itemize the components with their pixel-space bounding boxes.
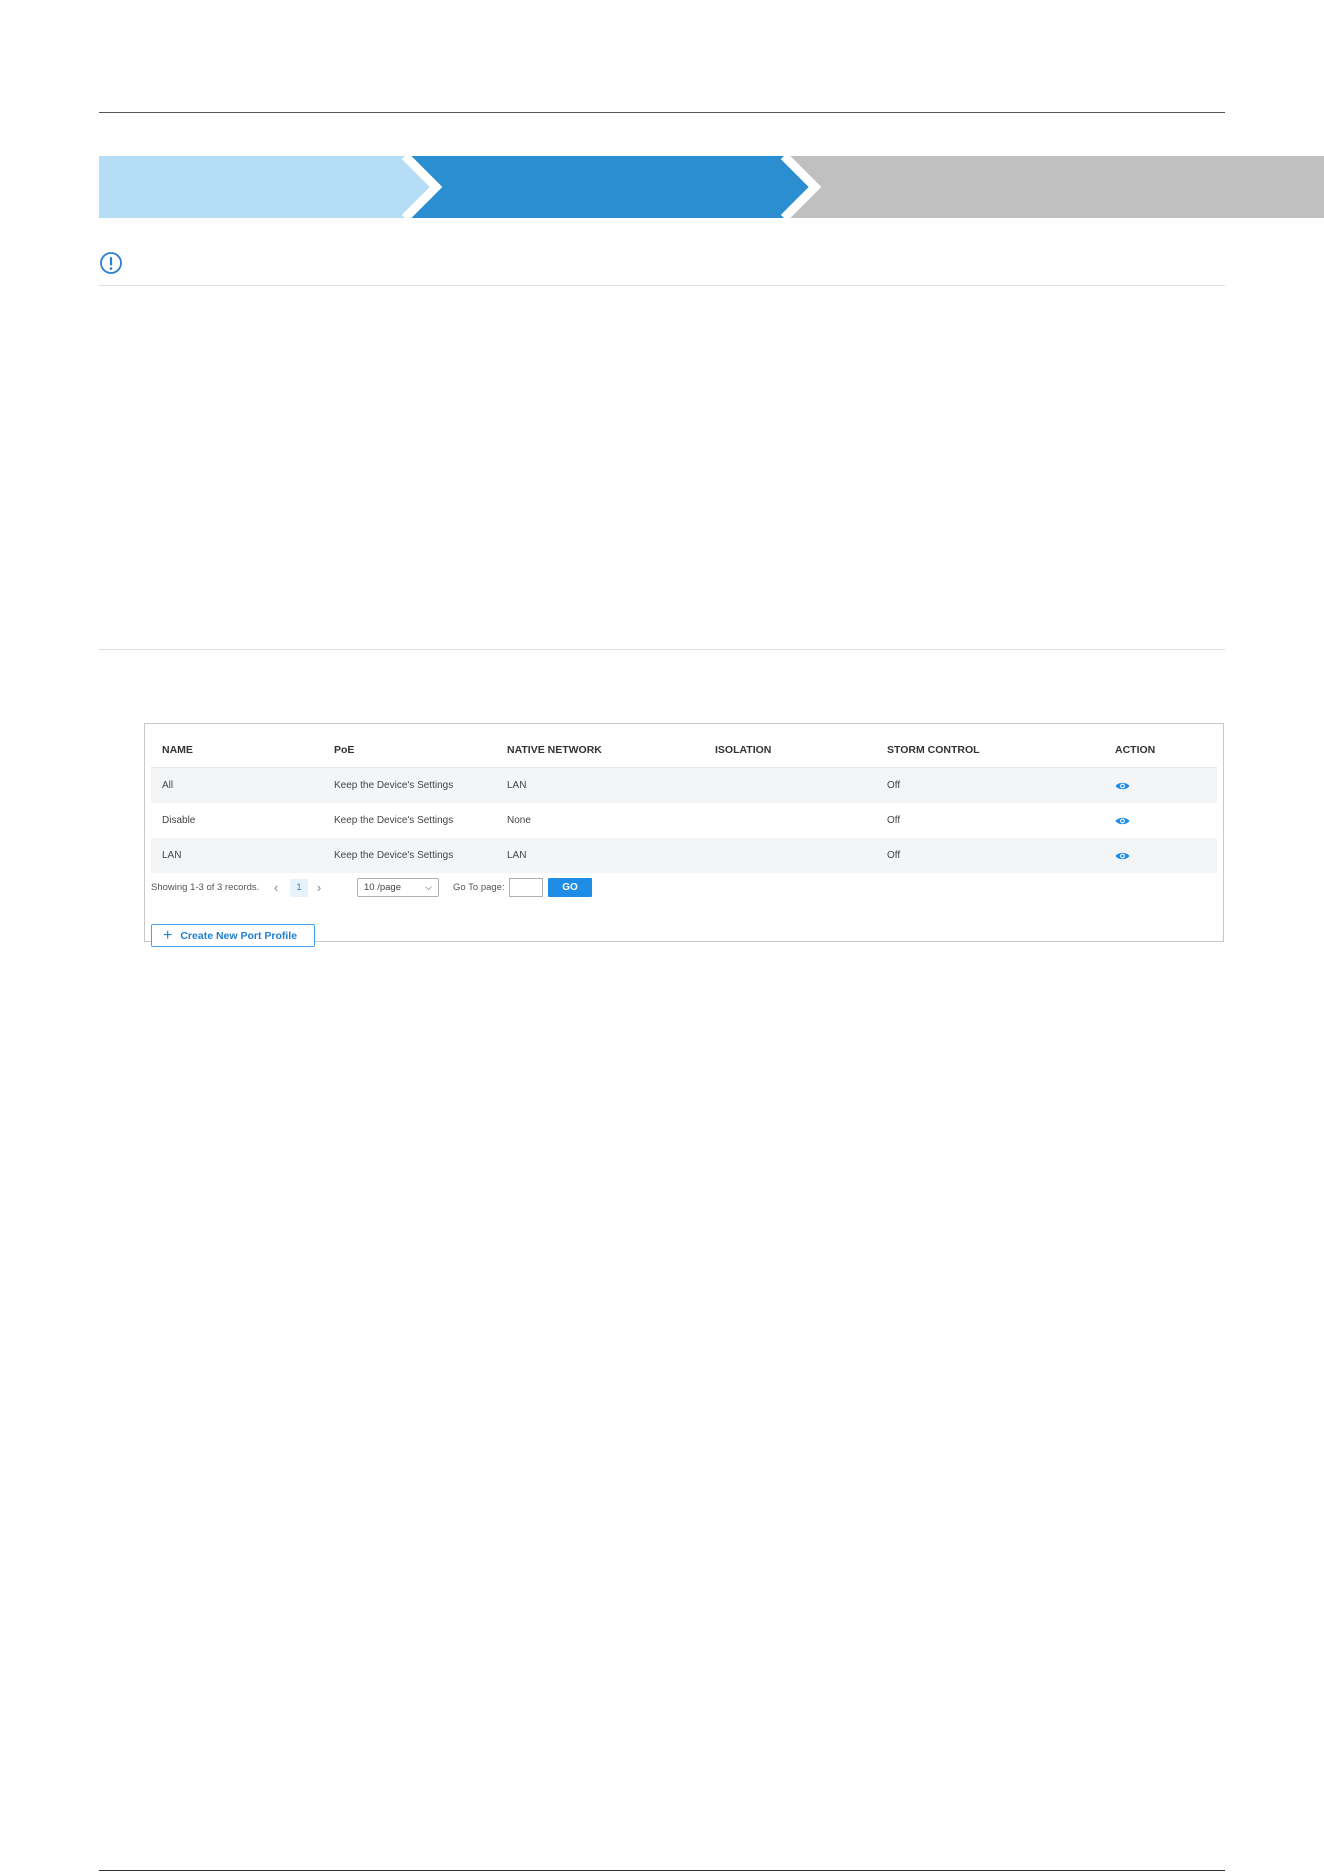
pagination-bar: Showing 1-3 of 3 records. ‹ 1 › 10 /page…: [151, 878, 651, 898]
view-button[interactable]: [1115, 803, 1130, 838]
eye-icon[interactable]: [1115, 851, 1130, 861]
go-to-page-label: Go To page:: [453, 882, 505, 893]
progress-stepper: [99, 156, 1324, 218]
eye-icon[interactable]: [1115, 816, 1130, 826]
step-1-completed: [99, 156, 436, 218]
table-row: All Keep the Device's Settings LAN Off: [151, 768, 1217, 803]
step-3-pending: [784, 156, 1324, 218]
eye-icon[interactable]: [1115, 781, 1130, 791]
records-summary: Showing 1-3 of 3 records.: [151, 882, 260, 893]
cell-storm-control: Off: [887, 815, 901, 826]
view-button[interactable]: [1115, 768, 1130, 803]
section-divider: [99, 649, 1225, 650]
cell-native-network: LAN: [507, 850, 527, 861]
cell-name: LAN: [162, 850, 182, 861]
cell-native-network: None: [507, 815, 531, 826]
cell-native-network: LAN: [507, 780, 527, 791]
column-header-isolation: ISOLATION: [715, 744, 772, 756]
page-size-value: 10 /page: [364, 882, 401, 893]
top-rule: [99, 112, 1225, 113]
create-button-label: Create New Port Profile: [180, 929, 298, 942]
port-profile-panel: NAME PoE NATIVE NETWORK ISOLATION STORM …: [144, 723, 1224, 947]
chevron-left-icon[interactable]: ‹: [269, 880, 283, 896]
table-header-row: NAME PoE NATIVE NETWORK ISOLATION STORM …: [151, 733, 1217, 768]
cell-poe: Keep the Device's Settings: [334, 780, 454, 791]
create-new-port-profile-button[interactable]: + Create New Port Profile: [151, 924, 315, 947]
column-header-name: NAME: [162, 744, 193, 756]
exclamation-circle-icon: [100, 252, 122, 274]
cell-name: Disable: [162, 815, 196, 826]
step-2-active: [405, 156, 815, 218]
section-divider: [99, 285, 1225, 286]
column-header-poe: PoE: [334, 744, 355, 756]
go-button[interactable]: GO: [548, 878, 592, 897]
page-1-button[interactable]: 1: [290, 879, 308, 897]
page-size-select[interactable]: 10 /page ⌵: [357, 878, 439, 897]
cell-poe: Keep the Device's Settings: [334, 815, 454, 826]
column-header-native-network: NATIVE NETWORK: [507, 744, 602, 756]
go-to-page-input[interactable]: [509, 878, 543, 897]
cell-name: All: [162, 780, 174, 791]
table-row: Disable Keep the Device's Settings None …: [151, 803, 1217, 838]
table-row: LAN Keep the Device's Settings LAN Off: [151, 838, 1217, 873]
cell-storm-control: Off: [887, 850, 901, 861]
cell-storm-control: Off: [887, 780, 901, 791]
bottom-rule: [99, 1870, 1225, 1871]
column-header-storm-control: STORM CONTROL: [887, 744, 980, 756]
plus-icon: +: [163, 926, 173, 944]
chevron-down-icon: ⌵: [425, 882, 432, 892]
column-header-action: ACTION: [1115, 744, 1156, 756]
view-button[interactable]: [1115, 838, 1130, 873]
chevron-right-icon[interactable]: ›: [312, 880, 326, 896]
cell-poe: Keep the Device's Settings: [334, 850, 454, 861]
port-profile-table: NAME PoE NATIVE NETWORK ISOLATION STORM …: [151, 733, 1217, 873]
